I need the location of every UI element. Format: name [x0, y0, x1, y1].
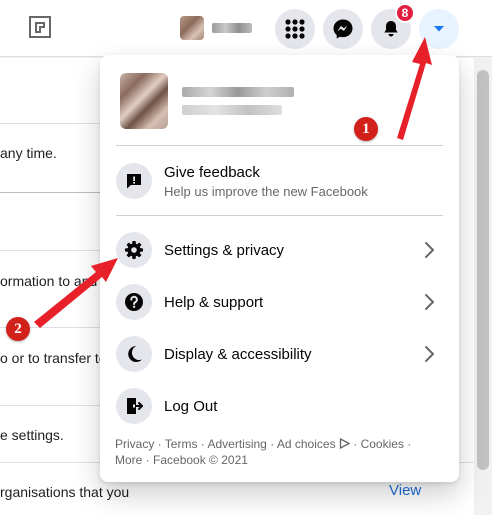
- ad-choices-icon: [339, 437, 351, 450]
- menu-button[interactable]: [275, 9, 315, 49]
- background-text: ormation to and: [0, 273, 98, 289]
- help-support-item[interactable]: Help & support: [108, 276, 451, 328]
- terms-link[interactable]: Terms: [165, 437, 198, 451]
- messenger-icon: [333, 19, 353, 39]
- account-menu-button[interactable]: [419, 9, 459, 49]
- blurred-username: [212, 23, 252, 33]
- display-accessibility-item[interactable]: Display & accessibility: [108, 328, 451, 380]
- avatar: [180, 16, 204, 40]
- profile-link[interactable]: [108, 63, 443, 139]
- grid-menu-icon: [285, 19, 305, 39]
- avatar: [120, 73, 168, 129]
- blurred-profile-name: [182, 87, 294, 97]
- background-text: o or to transfer to: [0, 350, 107, 366]
- annotation-step-2: 2: [6, 317, 30, 341]
- moon-icon: [116, 336, 152, 372]
- chevron-right-icon: [425, 346, 434, 362]
- chevron-right-icon: [425, 242, 434, 258]
- separator: ·: [403, 437, 412, 451]
- bell-icon: [384, 21, 398, 37]
- advertising-link[interactable]: Advertising: [207, 437, 266, 451]
- divider: [0, 405, 100, 406]
- messenger-button[interactable]: [323, 9, 363, 49]
- menu-item-subtitle: Help us improve the new Facebook: [164, 183, 368, 199]
- menu-item-label: Settings & privacy: [164, 241, 285, 259]
- feedback-icon: [116, 163, 152, 199]
- profile-shortcut[interactable]: [180, 16, 256, 40]
- account-dropdown-menu: Give feedback Help us improve the new Fa…: [100, 55, 459, 482]
- chevron-right-icon: [425, 294, 434, 310]
- ad-choices-link[interactable]: Ad choices: [276, 437, 351, 451]
- divider: [0, 123, 100, 124]
- blurred-profile-subtext: [182, 105, 282, 115]
- notifications-button[interactable]: 8: [371, 3, 415, 49]
- menu-item-label: Log Out: [164, 397, 218, 415]
- background-text: any time.: [0, 145, 57, 161]
- menu-item-label: Help & support: [164, 293, 264, 311]
- separator: ·: [142, 453, 154, 467]
- ad-choices-label: Ad choices: [276, 437, 336, 451]
- annotation-step-1: 1: [354, 117, 378, 141]
- notification-count-badge: 8: [395, 3, 415, 23]
- separator: ·: [266, 437, 277, 451]
- question-icon: [116, 284, 152, 320]
- divider: [0, 250, 100, 251]
- divider: [0, 192, 100, 193]
- divider: [116, 215, 443, 216]
- view-link[interactable]: View: [389, 482, 421, 499]
- cookies-link[interactable]: Cookies: [361, 437, 404, 451]
- scrollbar[interactable]: [474, 58, 492, 515]
- log-out-item[interactable]: Log Out: [108, 380, 451, 432]
- separator: ·: [197, 437, 208, 451]
- divider: [116, 145, 443, 146]
- separator: ·: [349, 437, 361, 451]
- copyright-text: Facebook © 2021: [153, 453, 248, 467]
- top-navigation-bar: 8: [0, 0, 492, 57]
- gear-icon: [116, 232, 152, 268]
- menu-footer: Privacy · Terms · Advertising · Ad choic…: [115, 436, 445, 468]
- separator: ·: [154, 437, 165, 451]
- settings-privacy-item[interactable]: Settings & privacy: [108, 224, 451, 276]
- give-feedback-item[interactable]: Give feedback Help us improve the new Fa…: [108, 153, 451, 209]
- background-text: e settings.: [0, 427, 64, 443]
- menu-item-label: Display & accessibility: [164, 345, 312, 363]
- more-link[interactable]: More: [115, 453, 142, 467]
- logout-icon: [116, 388, 152, 424]
- gaming-icon[interactable]: [28, 15, 52, 39]
- privacy-link[interactable]: Privacy: [115, 437, 154, 451]
- caret-down-icon: [434, 26, 444, 32]
- menu-item-label: Give feedback: [164, 163, 260, 181]
- background-text: rganisations that you: [0, 484, 130, 500]
- scrollbar-thumb[interactable]: [477, 70, 489, 470]
